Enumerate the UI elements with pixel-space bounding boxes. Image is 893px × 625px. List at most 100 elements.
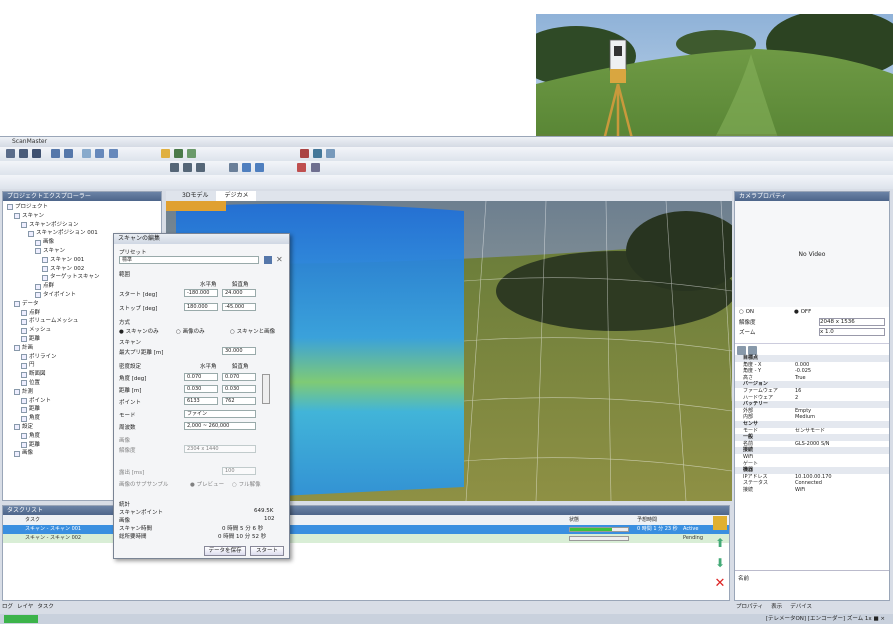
- view-side-icon[interactable]: [196, 163, 206, 172]
- redo-icon[interactable]: [63, 149, 73, 158]
- zoom-select[interactable]: x 1.0: [819, 328, 885, 336]
- property-section[interactable]: バッテリー: [735, 401, 889, 408]
- preset-select[interactable]: 標準: [119, 256, 259, 264]
- rotate-icon[interactable]: [160, 149, 170, 158]
- filter-icon[interactable]: [228, 163, 238, 172]
- property-section[interactable]: 接続: [735, 447, 889, 454]
- tab-properties[interactable]: プロパティ: [736, 603, 763, 612]
- tab-task[interactable]: タスク: [37, 603, 54, 612]
- property-section[interactable]: 一般: [735, 434, 889, 441]
- color-icon[interactable]: [241, 163, 251, 172]
- start-horizontal-input[interactable]: -180.000: [184, 289, 218, 297]
- tab-device[interactable]: デバイス: [790, 603, 812, 612]
- start-scan-button[interactable]: スタート: [250, 546, 284, 556]
- view-top-icon[interactable]: [170, 163, 179, 172]
- property-value: 0.000: [795, 361, 810, 368]
- tree-node-icon: [21, 371, 27, 378]
- tab-layer[interactable]: レイヤ: [17, 603, 33, 612]
- points-vertical-input[interactable]: 762: [222, 397, 256, 405]
- sort-category-icon[interactable]: [737, 346, 746, 355]
- property-row[interactable]: 内部 Medium: [735, 414, 889, 421]
- task-row[interactable]: スキャン - スキャン 001 0 時間 1 分 23 秒 Active: [3, 525, 729, 534]
- tab-camera[interactable]: デジカメ: [216, 191, 257, 201]
- camera-icon[interactable]: [312, 149, 322, 158]
- tree-item[interactable]: スキャン: [3, 212, 161, 221]
- tree-item-label: 計画: [22, 344, 34, 351]
- radio-image-only[interactable]: ○ 画像のみ: [176, 327, 205, 335]
- layer-icon[interactable]: [174, 149, 184, 158]
- property-row[interactable]: モード センサモード: [735, 428, 889, 435]
- view-front-icon[interactable]: [183, 163, 193, 172]
- main-toolbar: [0, 147, 893, 161]
- resolution-select[interactable]: 2048 x 1536: [819, 318, 885, 326]
- stop-horizontal-input[interactable]: 180.000: [184, 303, 218, 311]
- radio-scan-only[interactable]: ● スキャンのみ: [119, 327, 159, 335]
- tree-item[interactable]: プロジェクト: [3, 203, 161, 212]
- print-icon[interactable]: [310, 163, 320, 172]
- move-down-icon[interactable]: ⬇: [715, 556, 725, 570]
- measure-icon[interactable]: [299, 149, 309, 158]
- save-icon[interactable]: [32, 149, 42, 158]
- property-row[interactable]: ゲート: [735, 461, 889, 468]
- tab-display[interactable]: 表示: [771, 603, 782, 612]
- dialog-title: スキャンの編集: [118, 235, 161, 242]
- scan-icon[interactable]: [326, 149, 336, 158]
- angle-vertical-input[interactable]: 0.070: [222, 373, 256, 381]
- property-row[interactable]: 接続 WiFi: [735, 487, 889, 494]
- property-row[interactable]: ファームウェア 16: [735, 388, 889, 395]
- task-row[interactable]: スキャン - スキャン 002 Pending: [3, 534, 729, 543]
- property-row[interactable]: 名前 GLS-2000 S/N: [735, 441, 889, 448]
- property-section[interactable]: バージョン: [735, 381, 889, 388]
- new-icon[interactable]: [6, 149, 15, 158]
- property-row[interactable]: 外部 Empty: [735, 408, 889, 415]
- move-up-icon[interactable]: ⬆: [715, 536, 725, 550]
- tab-3d-model[interactable]: 3Dモデル: [174, 191, 216, 201]
- mode-heading: 方式: [119, 320, 131, 326]
- select-icon[interactable]: [82, 149, 92, 158]
- property-row[interactable]: WiFi: [735, 454, 889, 461]
- distance-horizontal-input[interactable]: 0.030: [184, 385, 218, 393]
- open-icon[interactable]: [19, 149, 29, 158]
- stop-vertical-input[interactable]: -45.000: [222, 303, 256, 311]
- tree-node-icon: [35, 283, 41, 290]
- property-section[interactable]: 目標点: [735, 355, 889, 362]
- interval-input[interactable]: 30.000: [222, 347, 256, 355]
- delete-preset-icon[interactable]: ✕: [276, 256, 283, 264]
- property-row[interactable]: ステータス Connected: [735, 480, 889, 487]
- tree-item-label: 計測: [22, 388, 34, 395]
- range-col-horizontal: 水平角: [200, 282, 217, 288]
- point-icon[interactable]: [255, 163, 265, 172]
- radio-preview[interactable]: ● プレビュー: [190, 480, 224, 488]
- view-tabs: 3Dモデル デジカメ: [166, 191, 732, 201]
- resolution-select-dialog[interactable]: 2304 x 1440: [184, 445, 256, 453]
- save-data-button[interactable]: データを保存: [204, 546, 246, 556]
- exposure-input[interactable]: 100: [222, 467, 256, 475]
- frequency-select[interactable]: 2,000 ~ 260,000: [184, 422, 256, 430]
- start-vertical-input[interactable]: 24.000: [222, 289, 256, 297]
- property-row[interactable]: 角度 - Y -0.025: [735, 368, 889, 375]
- radio-full[interactable]: ○ フル解像: [232, 480, 261, 488]
- property-section[interactable]: センサ: [735, 420, 889, 428]
- angle-horizontal-input[interactable]: 0.070: [184, 373, 218, 381]
- mode-select[interactable]: ファイン: [184, 410, 256, 418]
- undo-icon[interactable]: [50, 149, 60, 158]
- distance-vertical-input[interactable]: 0.030: [222, 385, 256, 393]
- start-task-icon[interactable]: [713, 516, 727, 530]
- save-preset-icon[interactable]: [264, 256, 272, 264]
- tab-log[interactable]: ログ: [2, 603, 13, 612]
- grid-icon[interactable]: [187, 149, 197, 158]
- radio-scan-and-image[interactable]: ○ スキャンと画像: [230, 327, 275, 335]
- tree-item[interactable]: スキャンポジション: [3, 221, 161, 230]
- link-density-icon[interactable]: [262, 374, 270, 404]
- camera-on-radio[interactable]: ○ ON: [739, 309, 754, 315]
- sort-alpha-icon[interactable]: [748, 346, 757, 355]
- property-grid: 目標点 角度 - X 0.000 角度 - Y -0.025 高さ True バージョン ファー…: [735, 355, 889, 493]
- delete-task-icon[interactable]: ✕: [715, 576, 726, 591]
- property-section[interactable]: 機器: [735, 467, 889, 474]
- export-icon[interactable]: [297, 163, 307, 172]
- points-horizontal-input[interactable]: 6133: [184, 397, 218, 405]
- zoom-icon[interactable]: [108, 149, 118, 158]
- pan-icon[interactable]: [95, 149, 105, 158]
- camera-off-radio[interactable]: ● OFF: [794, 309, 811, 315]
- tree-item-label: 角度: [29, 432, 41, 439]
